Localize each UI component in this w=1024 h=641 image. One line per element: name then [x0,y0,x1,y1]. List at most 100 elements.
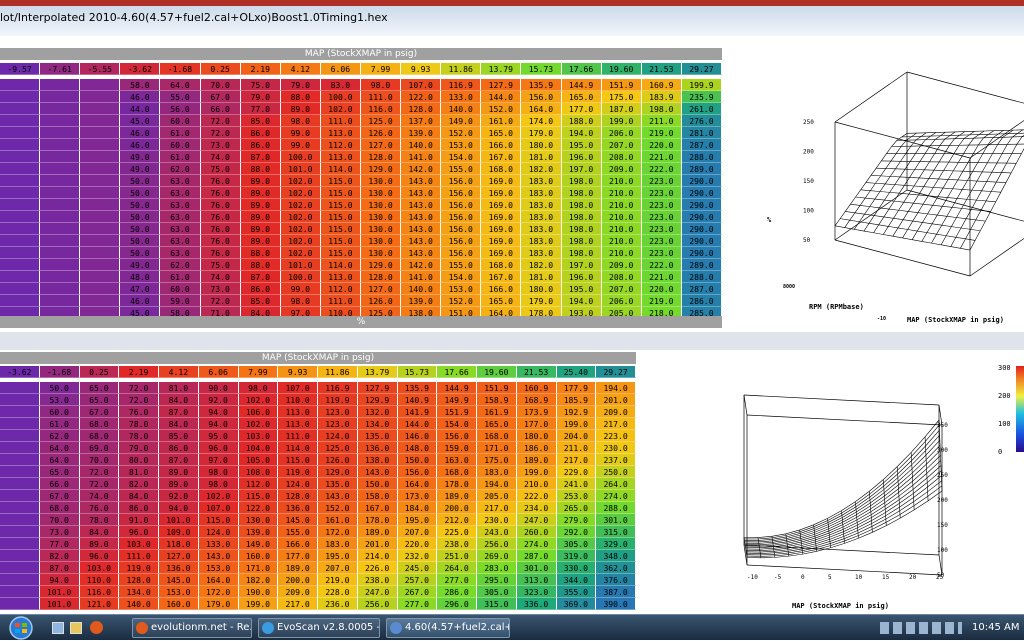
table-cell[interactable]: 210.0 [602,187,642,199]
table-cell[interactable]: 199.0 [517,466,557,478]
table-cell[interactable]: 127.9 [481,79,521,91]
table-cell[interactable]: 169.0 [481,223,521,235]
table-cell-offscreen[interactable] [0,271,40,283]
table-cell[interactable]: 276.0 [682,115,722,127]
table-cell[interactable]: 184.0 [398,502,438,514]
table-cell[interactable]: 152.0 [481,103,521,115]
table-cell[interactable]: 305.0 [477,586,517,598]
table-cell-offscreen[interactable] [0,406,40,418]
table-cell[interactable]: 116.0 [361,103,401,115]
table-cell[interactable]: 121.0 [80,598,120,610]
table-cell[interactable]: 135.9 [521,79,561,91]
table-cell[interactable]: 301.0 [517,562,557,574]
table-cell[interactable]: 49.0 [120,259,160,271]
table-cell[interactable]: 153.0 [159,586,199,598]
table-cell[interactable]: 135.9 [398,382,438,394]
table-cell[interactable]: 152.0 [318,502,358,514]
table-cell-offscreen[interactable] [40,223,80,235]
table-cell[interactable]: 283.0 [477,562,517,574]
table-cell[interactable]: 206.0 [602,127,642,139]
table-cell[interactable]: 144.9 [437,382,477,394]
table-cell[interactable]: 111.0 [119,550,159,562]
table-cell[interactable]: 49.0 [120,163,160,175]
table-cell[interactable]: 81.0 [119,466,159,478]
table-cell[interactable]: 128.0 [361,271,401,283]
table-cell[interactable]: 89.0 [241,199,281,211]
table-cell-offscreen[interactable] [0,115,40,127]
table-cell-offscreen[interactable] [0,526,40,538]
table-cell[interactable]: 245.0 [398,562,438,574]
table-cell[interactable]: 122.0 [239,502,279,514]
table-cell[interactable]: 111.0 [321,115,361,127]
table-cell[interactable]: 96.0 [80,550,120,562]
table-cell[interactable]: 84.0 [80,526,120,538]
table-cell-offscreen[interactable] [0,247,40,259]
table-cell[interactable]: 198.0 [562,199,602,211]
table-cell[interactable]: 129.0 [361,163,401,175]
table-cell[interactable]: 225.0 [437,526,477,538]
table-cell[interactable]: 96.0 [119,526,159,538]
table-cell[interactable]: 113.0 [278,418,318,430]
table-cell[interactable]: 76.0 [201,187,241,199]
table-cell[interactable]: 76.0 [201,223,241,235]
table-cell-offscreen[interactable] [40,187,80,199]
table-cell[interactable]: 290.0 [682,199,722,211]
table-cell[interactable]: 130.0 [361,187,401,199]
table-cell[interactable]: 128.0 [361,151,401,163]
table-cell[interactable]: 91.0 [119,514,159,526]
table-cell-offscreen[interactable] [0,211,40,223]
table-cell[interactable]: 223.0 [596,430,636,442]
table-cell[interactable]: 183.0 [521,247,561,259]
table-cell[interactable]: 156.0 [441,199,481,211]
table-cell[interactable]: 241.0 [557,478,597,490]
table-cell[interactable]: 198.0 [562,175,602,187]
table-cell[interactable]: 128.0 [278,490,318,502]
table-cell[interactable]: 50.0 [120,247,160,259]
table-cell[interactable]: 79.0 [119,442,159,454]
table-cell[interactable]: 323.0 [517,586,557,598]
table-cell[interactable]: 167.0 [481,271,521,283]
table-cell[interactable]: 210.0 [602,175,642,187]
table-cell[interactable]: 196.0 [562,151,602,163]
table-cell[interactable]: 156.0 [441,235,481,247]
table-cell[interactable]: 144.9 [562,79,602,91]
table-cell[interactable]: 287.0 [682,283,722,295]
table-cell[interactable]: 183.0 [477,466,517,478]
table-cell[interactable]: 73.0 [40,526,80,538]
table-cell[interactable]: 362.0 [596,562,636,574]
table-cell[interactable]: 116.0 [80,586,120,598]
table-cell[interactable]: 74.0 [80,490,120,502]
table-cell[interactable]: 223.0 [642,211,682,223]
table-cell[interactable]: 206.0 [602,295,642,307]
table-cell[interactable]: 143.0 [199,550,239,562]
table-cell[interactable]: 387.0 [596,586,636,598]
table-cell[interactable]: 80.0 [119,454,159,466]
table-cell[interactable]: 63.0 [160,187,200,199]
table-cell[interactable]: 169.0 [481,247,521,259]
table-cell[interactable]: 208.0 [602,271,642,283]
table-cell[interactable]: 143.0 [358,466,398,478]
table-cell[interactable]: 99.0 [281,283,321,295]
table-cell[interactable]: 110.0 [278,394,318,406]
table-cell[interactable]: 58.0 [120,79,160,91]
table-cell[interactable]: 156.0 [437,430,477,442]
table-cell[interactable]: 180.0 [521,283,561,295]
table-cell[interactable]: 156.0 [521,91,561,103]
table-cell[interactable]: 130.0 [361,247,401,259]
table-cell[interactable]: 97.0 [199,454,239,466]
table-cell[interactable]: 153.0 [441,283,481,295]
table-cell[interactable]: 102.0 [281,211,321,223]
table-cell[interactable]: 61.0 [160,127,200,139]
taskbar-item-hex-editor[interactable]: 4.60(4.57+fuel2.cal+... [386,618,510,638]
table-cell[interactable]: 295.0 [477,574,517,586]
table-cell[interactable]: 164.0 [521,103,561,115]
table-cell[interactable]: 210.0 [602,199,642,211]
table-cell[interactable]: 104.0 [239,442,279,454]
table-cell-offscreen[interactable] [80,103,120,115]
table-cell[interactable]: 88.0 [281,91,321,103]
table-cell[interactable]: 107.0 [401,79,441,91]
table-cell[interactable]: 222.0 [642,163,682,175]
table-cell[interactable]: 222.0 [517,490,557,502]
table-cell-offscreen[interactable] [40,259,80,271]
table-cell[interactable]: 238.0 [358,574,398,586]
